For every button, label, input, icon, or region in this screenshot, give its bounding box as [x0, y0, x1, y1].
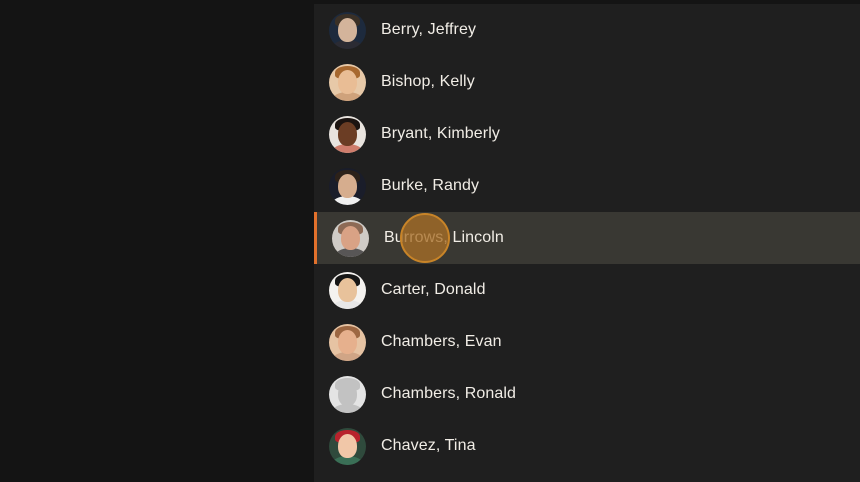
person-avatar-icon [329, 167, 366, 205]
person-avatar-icon [332, 219, 369, 257]
contact-name: Bryant, Kimberly [381, 125, 500, 142]
person-avatar-icon [329, 63, 366, 101]
contact-item-selected[interactable]: Burrows, Lincoln [314, 212, 860, 264]
contact-item[interactable]: Bryant, Kimberly [314, 108, 860, 160]
contact-name: Bishop, Kelly [381, 73, 475, 90]
contact-name: Chavez, Tina [381, 437, 476, 454]
contact-name: Burke, Randy [381, 177, 480, 194]
contact-name: Carter, Donald [381, 281, 486, 298]
person-avatar-icon [329, 271, 366, 309]
person-avatar-icon [329, 323, 366, 361]
person-avatar-icon [329, 11, 366, 49]
contact-name: Chambers, Ronald [381, 385, 516, 402]
contact-item[interactable]: Chambers, Ronald [314, 368, 860, 420]
contact-item[interactable]: Burke, Randy [314, 160, 860, 212]
left-pane [0, 0, 314, 482]
person-avatar-icon [329, 427, 366, 465]
contact-name: Chambers, Evan [381, 333, 502, 350]
contact-name: Berry, Jeffrey [381, 21, 477, 38]
contact-item[interactable]: Chambers, Evan [314, 316, 860, 368]
contact-item[interactable]: Chavez, Tina [314, 420, 860, 472]
contact-item[interactable]: Bishop, Kelly [314, 56, 860, 108]
contact-item[interactable]: Berry, Jeffrey [314, 4, 860, 56]
contact-name: Burrows, Lincoln [384, 229, 504, 246]
person-placeholder-icon [329, 375, 366, 413]
contact-item[interactable]: Carter, Donald [314, 264, 860, 316]
person-avatar-icon [329, 115, 366, 153]
contact-list: Berry, Jeffrey Bishop, Kelly Bryant, Kimbe… [314, 4, 860, 482]
